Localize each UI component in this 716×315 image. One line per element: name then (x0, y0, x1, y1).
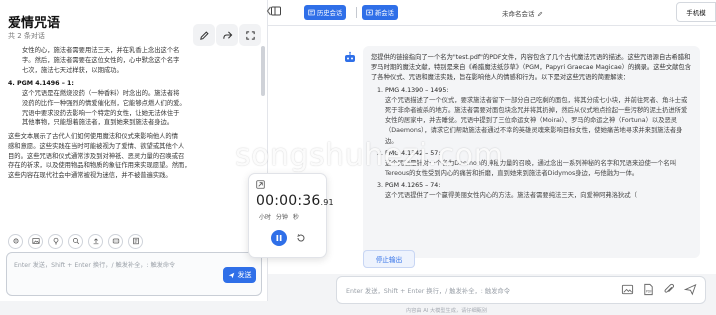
new-chat-icon (366, 9, 373, 16)
time-units: 小时 分钟 秒 (259, 214, 299, 221)
list-item-text: 这个咒语描述了一个仪式，要求施法者留下一部分自己吃剩的面包，将其分成七小块，并前… (385, 97, 688, 145)
svg-text:PDF: PDF (646, 289, 652, 293)
list-item-title: PMG 4.1390 – 1495: (385, 87, 449, 95)
search-icon (72, 238, 79, 245)
assistant-message: 您提供的链接指向了一个名为"test.pdf"的PDF文件，内容包含了几个古代魔… (363, 46, 700, 258)
right-chat-input[interactable]: Enter 发送，Shift + Enter 换行，/ 触发补全，: 触发命令 … (336, 276, 706, 304)
attachment-icon[interactable] (663, 283, 676, 296)
pause-icon (276, 235, 282, 241)
elapsed-centiseconds: .91 (320, 198, 334, 207)
left-panel: 爱情咒语 共 2 条对话 女性的心，施法者需要用法三天，并在乳香上念出这个名 字… (0, 0, 268, 301)
mask-tool[interactable] (108, 233, 123, 249)
conversation-title: 爱情咒语 (8, 16, 61, 31)
list-item: PGM 4.1265 – 74: 这个咒语提供了一个赢得美丽女性内心的方法。施法… (385, 181, 692, 201)
prompt-tool[interactable] (48, 233, 63, 249)
message-list: PMG 4.1390 – 1495: 这个咒语描述了一个仪式，要求施法者留下一部… (371, 86, 692, 201)
expand-icon (245, 30, 255, 40)
elapsed-time: 00:00:36.91 (256, 193, 334, 209)
edit-button[interactable] (193, 24, 215, 46)
new-chat-button[interactable]: 新会话 (362, 5, 398, 20)
right-top-bar: 历史会话 新会话 未命名会话 手机模 (268, 0, 716, 26)
item-4-title: 4. PGM 4.1496 – 1: (8, 80, 74, 88)
stop-output-button[interactable]: 停止输出 (363, 250, 415, 268)
reset-icon[interactable] (296, 233, 306, 243)
elapsed-main: 00:00:36 (256, 193, 321, 209)
list-item: PMG 4.1342 – 57: 这个咒语是针对一个名为Daemon的神秘力量的… (385, 149, 692, 179)
list-item-text: 这个咒语提供了一个赢得美丽女性内心的方法。施法者需要纯法三天，向爱神阿弗洛狄忒（ (385, 191, 637, 199)
right-input-placeholder: Enter 发送，Shift + Enter 换行，/ 触发补全，: 触发命令 (346, 288, 511, 295)
history-icon (308, 9, 315, 16)
left-chat-input[interactable]: Enter 发送，Shift + Enter 换行，/ 触发补全，: 触发命令 … (6, 252, 262, 296)
pause-button[interactable] (271, 230, 287, 246)
chevron-left-icon[interactable] (266, 6, 272, 16)
pencil-icon (537, 11, 542, 17)
left-toolbar (8, 232, 143, 250)
send-icon[interactable] (684, 283, 697, 296)
list-item-title: PGM 4.1265 – 74: (385, 181, 441, 189)
left-scrollbar[interactable] (261, 46, 265, 96)
new-chat-label: 新会话 (375, 10, 394, 17)
settings-tool[interactable] (8, 233, 23, 249)
item-4-text: 这个咒语是在燃烧没药（一种香料）时念出的。施法者将 没药的比作一种强烈的情爱催化… (22, 90, 186, 127)
stopwatch-widget: 00:00:36.91 小时 分钟 秒 (248, 173, 334, 258)
item-3-continuation: 女性的心，施法者需要用法三天，并在乳香上念出这个名 字。然后，施法者需要在这位女… (8, 46, 252, 75)
mask-icon (112, 238, 119, 244)
expand-button[interactable] (239, 24, 261, 46)
image-icon[interactable] (621, 283, 634, 296)
pdf-icon[interactable]: PDF (642, 283, 655, 296)
chat-title[interactable]: 未命名会话 (502, 8, 543, 18)
history-label: 历史会话 (317, 10, 343, 17)
image-icon (31, 238, 40, 244)
model-selector[interactable]: 手机模 (676, 2, 716, 22)
message-intro: 您提供的链接指向了一个名为"test.pdf"的PDF文件，内容包含了几个古代魔… (371, 54, 692, 82)
list-item-title: PMG 4.1342 – 57: (385, 149, 441, 157)
edit-icon (199, 30, 209, 40)
assistant-avatar (342, 50, 357, 65)
list-item: PMG 4.1390 – 1495: 这个咒语描述了一个仪式，要求施法者留下一部… (385, 86, 692, 146)
ai-disclaimer: 内容由 AI 大模型生成，请仔细甄别 (406, 308, 488, 314)
search-tool[interactable] (68, 233, 83, 249)
bot-icon (344, 51, 355, 62)
template-tool[interactable] (128, 233, 143, 249)
history-button[interactable]: 历史会话 (304, 5, 347, 20)
list-item-text: 这个咒语是针对一个名为Daemon的神秘力量的召唤，通过念出一系列神秘的名字和咒… (385, 159, 677, 177)
template-icon (132, 237, 139, 245)
input-actions: PDF (621, 283, 697, 296)
upload-icon (93, 238, 98, 245)
conversation-count: 共 2 条对话 (8, 32, 45, 40)
left-message-content: 女性的心，施法者需要用法三天，并在乳香上念出这个名 字。然后，施法者需要在这位女… (0, 46, 260, 224)
send-label: 发送 (237, 271, 252, 279)
picture-in-picture-icon[interactable] (256, 180, 265, 189)
model-label: 手机模 (686, 9, 706, 17)
toolbar-divider (356, 7, 357, 18)
share-icon (222, 30, 232, 39)
bulb-icon (53, 237, 58, 245)
share-button[interactable] (216, 24, 238, 46)
send-icon (228, 272, 234, 278)
text-line: 女性的心，施法者需要用法三天，并在乳香上念出这个名 字。然后，施法者需要在这位女… (22, 47, 180, 74)
settings-icon (13, 238, 18, 244)
image-tool[interactable] (28, 233, 43, 249)
left-header: 爱情咒语 共 2 条对话 (0, 0, 268, 46)
closing-paragraph: 这些文本展示了古代人们如何使用魔法和仪式来影响他人的情 感和意愿。这些实践在当时… (8, 133, 191, 179)
left-input-placeholder: Enter 发送，Shift + Enter 换行，/ 触发补全，: 触发命令 (14, 262, 176, 269)
upload-tool[interactable] (88, 233, 103, 249)
right-message-area: 您提供的链接指向了一个名为"test.pdf"的PDF文件，内容包含了几个古代魔… (268, 26, 716, 274)
send-button[interactable]: 发送 (223, 267, 256, 283)
